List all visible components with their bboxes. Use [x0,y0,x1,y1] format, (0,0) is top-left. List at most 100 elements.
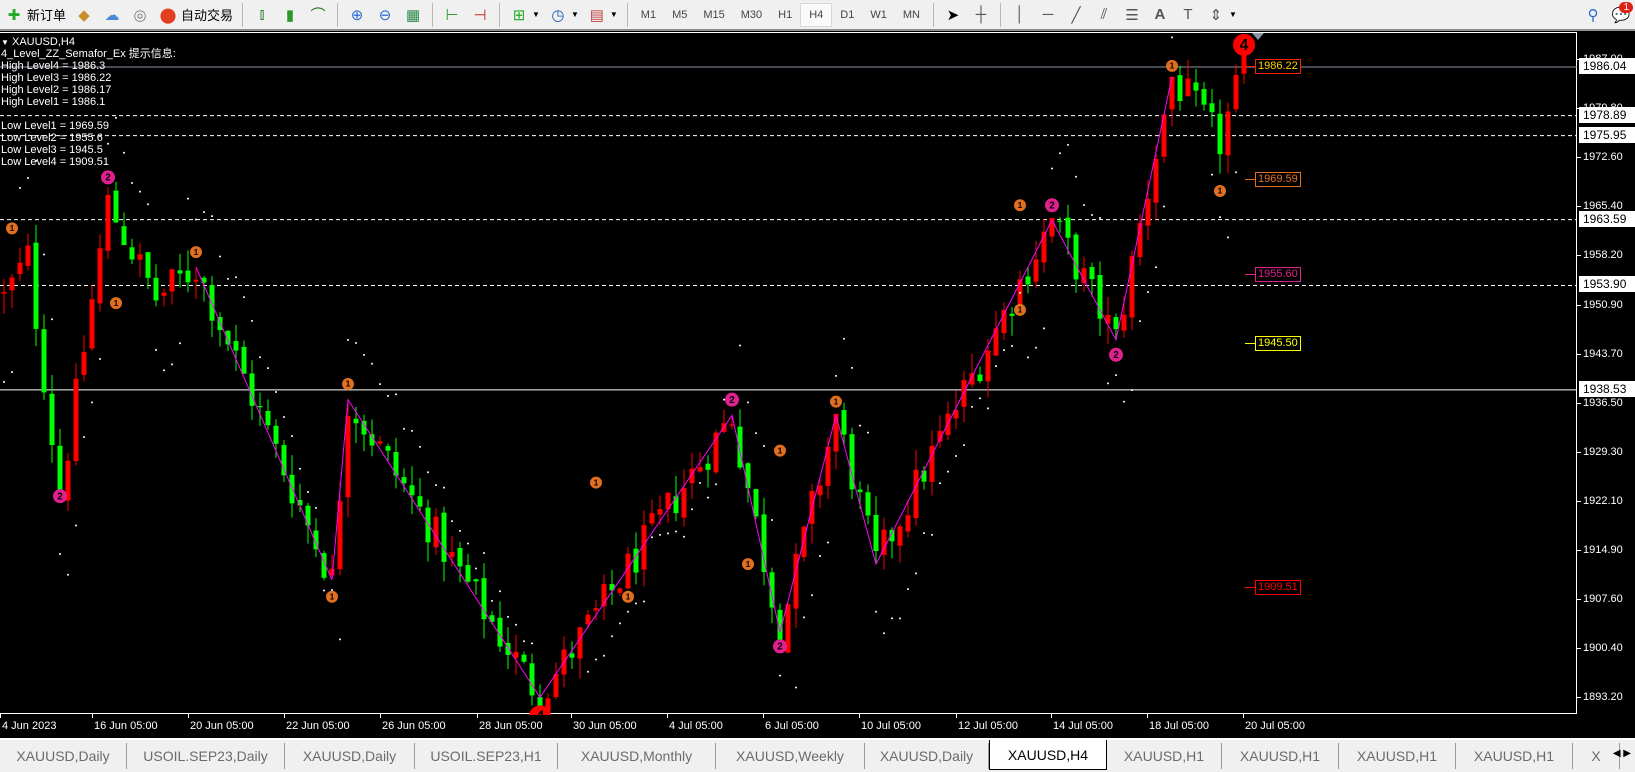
bar-chart-button[interactable]: ⫾ [248,2,276,28]
tab-xauusd-monthly[interactable]: XAUUSD,Monthly [558,743,716,769]
tab-usoil-sep23-h1[interactable]: USOIL.SEP23,H1 [415,743,558,769]
search-button[interactable]: ⚲ [1579,2,1607,28]
candle-chart-button[interactable]: ▮ [276,2,304,28]
sar-dot [955,455,957,458]
time-tick [380,714,381,718]
tab-xauusd-h1[interactable]: XAUUSD,H1 [1222,743,1339,769]
sar-dot [859,424,861,427]
price-axis[interactable]: 1987.001979.801972.601965.401958.201950.… [1577,32,1635,738]
text-label-button[interactable]: T [1174,2,1202,28]
crosshair-icon: ┼ [975,6,987,23]
tab-xauusd-daily[interactable]: XAUUSD,Daily [285,743,415,769]
sar-dot [91,401,93,404]
text-button[interactable]: A [1146,2,1174,28]
chart-shift-button[interactable]: ⊢ [438,2,466,28]
shift-marker-icon[interactable] [1252,33,1264,40]
axis-tick [1577,304,1581,306]
candle-body [281,445,287,476]
tab-xauusd-h1[interactable]: XAUUSD,H1 [1456,743,1573,769]
axis-tick [1577,549,1581,551]
sar-dot [83,435,85,438]
tab-xauusd-h1[interactable]: XAUUSD,H1 [1107,743,1222,769]
sar-dot [643,600,645,603]
arrows-dropdown[interactable]: ⇕ ▼ [1202,2,1241,28]
axis-price-label: 1972.60 [1583,151,1623,164]
timeframe-m1[interactable]: M1 [633,3,664,27]
candle-body [857,489,863,493]
horizontal-line-button[interactable]: ─ [1034,2,1062,28]
symbol-title: ▼ XAUUSD,H4 [1,36,75,48]
candle-body [49,393,55,446]
info-line [1,108,176,120]
time-tick [92,714,93,718]
zoom-out-button[interactable]: ⊖ [371,2,399,28]
sar-dot [291,435,293,438]
metaeditor-button[interactable]: ◆ [70,2,98,28]
toolbar: ✚ 新订单 ◆ ☁ ◎ ⬤ 自动交易 ⫾ ▮ ⌒ ⊕ ⊖ ▦ ⊢ ⊣ ⊞ ▼ ◷ ▼ ▤… [0,0,1635,31]
timeframe-d1[interactable]: D1 [832,3,862,27]
line-chart-button[interactable]: ⌒ [304,2,332,28]
sar-dot [891,617,893,620]
trendline-icon: ╱ [1071,6,1081,24]
sar-dot [275,391,277,394]
indicators-dropdown[interactable]: ⊞ ▼ [505,2,544,28]
candle-body [25,245,31,266]
tile-windows-button[interactable]: ▦ [399,2,427,28]
candle-body [633,548,639,573]
notifications-button[interactable]: 💬 1 [1607,1,1635,28]
timeframe-w1[interactable]: W1 [862,3,895,27]
timeframe-m30[interactable]: M30 [733,3,770,27]
tab-xauusd-h1[interactable]: XAUUSD,H1 [1339,743,1456,769]
candle-body [41,329,47,393]
tab-xauusd-daily[interactable]: XAUUSD,Daily [865,743,989,769]
price-line-label: 1953.90 [1579,276,1635,293]
autoscroll-button[interactable]: ⊣ [466,2,494,28]
timeframe-h1[interactable]: H1 [770,3,800,27]
sar-dot [523,640,525,643]
signals-button[interactable]: ◎ [126,2,154,28]
chart-window[interactable]: 1 1 1 1 1 1 1 1 1 1 1 1 1 1 2 2 2 2 2 2 4 4 ▼ XAUUSD,H4 4_Lev… [0,0,1635,761]
timeframe-m5[interactable]: M5 [664,3,695,27]
auto-trading-button[interactable]: ⬤ 自动交易 [154,2,237,28]
sar-dot [1003,349,1005,352]
axis-tick [1577,206,1581,208]
tab-xauusd-daily[interactable]: XAUUSD,Daily [0,743,127,769]
candle-body [9,277,15,291]
candle-body [353,418,359,424]
timeframe-m15[interactable]: M15 [695,3,732,27]
tab-xauusd-h4[interactable]: XAUUSD,H4 [989,740,1107,770]
time-tick [763,714,764,718]
price-line-label: 1963.59 [1579,210,1635,227]
semafor-level-label: 1955.60 [1255,266,1301,282]
chart-plot-area[interactable]: 1 1 1 1 1 1 1 1 1 1 1 1 1 1 2 2 2 2 2 2 4 4 ▼ XAUUSD,H4 4_Lev… [0,0,1577,761]
fibonacci-button[interactable]: ☰ [1118,2,1146,28]
sar-dot [19,186,21,189]
equidistant-channel-button[interactable]: ⫽ [1090,2,1118,28]
axis-price-label: 1893.20 [1583,691,1623,704]
tab-scroll-arrows[interactable]: ◀ ▶ [1613,748,1631,759]
new-order-button[interactable]: ✚ 新订单 [0,2,70,28]
crosshair-button[interactable]: ┼ [967,2,995,28]
timeframe-h4[interactable]: H4 [800,2,833,27]
semafor-level-label: 1945.50 [1255,335,1301,351]
trendline-button[interactable]: ╱ [1062,2,1090,28]
sar-dot [1211,173,1213,176]
zoom-in-button[interactable]: ⊕ [343,2,371,28]
timeframe-mn[interactable]: MN [895,3,928,27]
autoscroll-icon: ⊣ [473,6,487,24]
tab-usoil-sep23-daily[interactable]: USOIL.SEP23,Daily [127,743,285,769]
tab-xauusd-weekly[interactable]: XAUUSD,Weekly [716,743,865,769]
candle-body [33,242,39,329]
candle-body [657,509,663,515]
templates-dropdown[interactable]: ▤ ▼ [583,2,622,28]
time-label: 20 Jul 05:00 [1245,720,1305,732]
cloud-button[interactable]: ☁ [98,2,126,28]
time-tick [188,714,189,718]
sar-dot [627,610,629,613]
candle-body [145,252,151,278]
periods-dropdown[interactable]: ◷ ▼ [544,2,583,28]
cursor-button[interactable]: ➤ [939,2,967,28]
candle-body [1209,103,1215,113]
semafor-level-label: 1909.51 [1255,580,1301,596]
vertical-line-button[interactable]: │ [1006,2,1034,28]
